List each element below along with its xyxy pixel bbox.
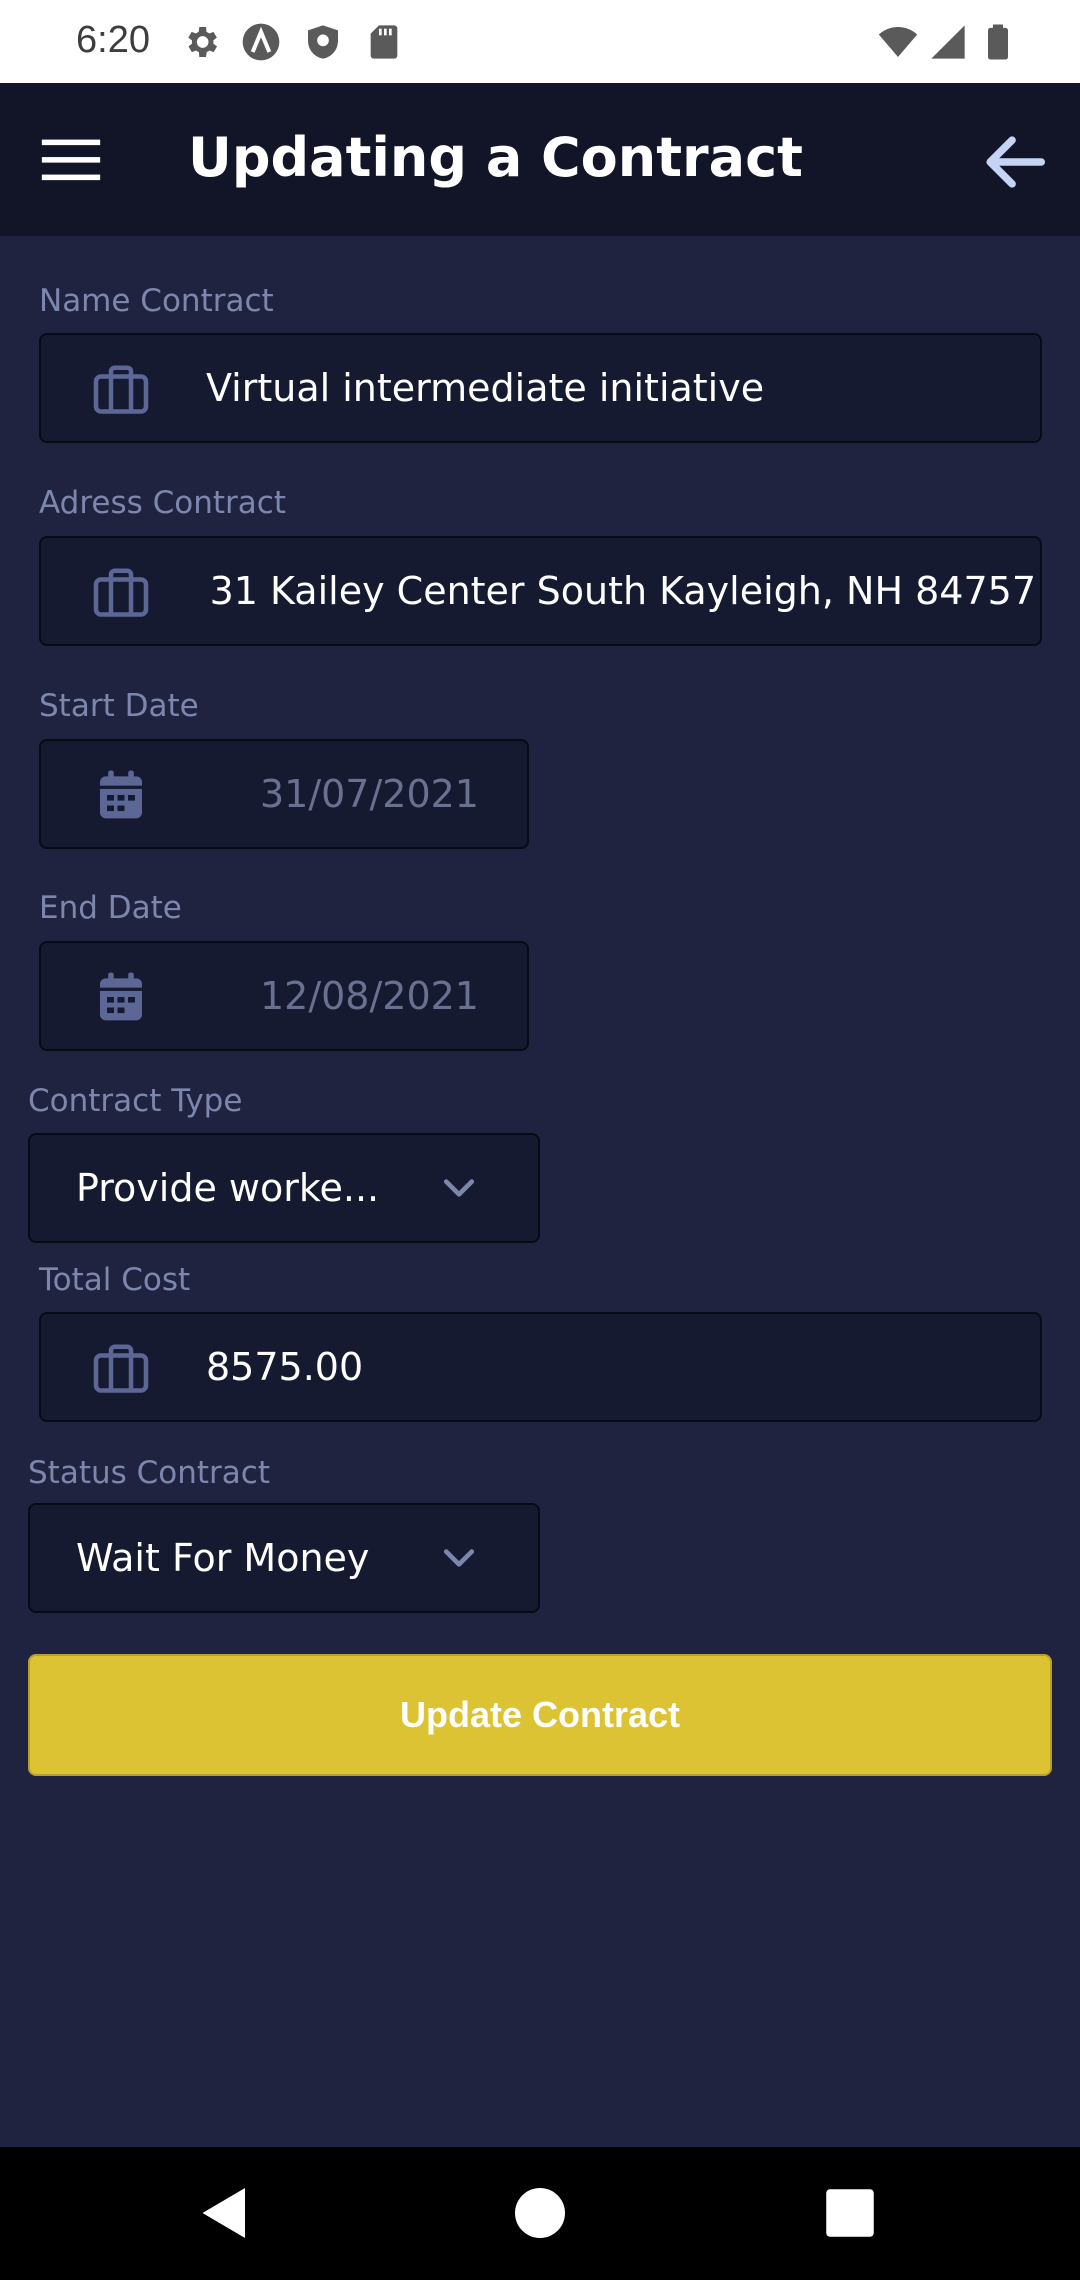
name-contract-value: Virtual intermediate initiative: [206, 366, 765, 410]
start-date-label: Start Date: [39, 688, 199, 724]
arrow-back-icon[interactable]: [980, 127, 1050, 197]
briefcase-icon: [93, 365, 149, 414]
hamburger-menu-icon[interactable]: [36, 125, 106, 195]
start-date-input[interactable]: 31/07/2021: [39, 739, 529, 849]
start-date-value: 31/07/2021: [259, 772, 479, 816]
name-contract-input[interactable]: Virtual intermediate initiative: [39, 333, 1042, 443]
battery-icon: [988, 24, 1008, 60]
shield-icon: [308, 25, 338, 59]
app-bar: Updating a Contract: [0, 83, 1080, 236]
wifi-icon: [878, 27, 918, 57]
recents-square-icon[interactable]: [820, 2183, 880, 2243]
settings-icon: [188, 27, 217, 57]
address-contract-label: Adress Contract: [39, 485, 286, 521]
contract-type-select[interactable]: Provide worke...: [28, 1133, 540, 1243]
end-date-value: 12/08/2021: [259, 974, 479, 1018]
status-contract-label: Status Contract: [28, 1455, 270, 1491]
end-date-label: End Date: [39, 890, 182, 926]
signal-icon: [931, 25, 965, 59]
calendar-icon: [100, 770, 142, 819]
total-cost-value: 8575.00: [206, 1345, 364, 1389]
status-contract-value: Wait For Money: [76, 1536, 370, 1580]
contract-type-label: Contract Type: [28, 1083, 243, 1119]
page-title: Updating a Contract: [188, 126, 803, 189]
briefcase-icon: [93, 568, 149, 617]
system-nav-bar: [0, 2147, 1080, 2280]
status-time: 6:20: [76, 19, 150, 61]
back-triangle-icon[interactable]: [195, 2183, 255, 2243]
chevron-down-icon: [443, 1549, 475, 1567]
contract-type-value: Provide worke...: [76, 1166, 380, 1210]
sd-card-icon: [370, 25, 398, 59]
end-date-input[interactable]: 12/08/2021: [39, 941, 529, 1051]
address-scroll-area: 31 Kailey Center South Kayleigh, NH 8475…: [191, 538, 1036, 644]
status-contract-select[interactable]: Wait For Money: [28, 1503, 540, 1613]
chevron-down-icon: [443, 1179, 475, 1197]
home-circle-icon[interactable]: [510, 2183, 570, 2243]
address-contract-value: 31 Kailey Center South Kayleigh, NH 8475…: [209, 569, 1036, 613]
update-contract-button[interactable]: Update Contract: [28, 1654, 1052, 1776]
a-icon: [242, 23, 280, 61]
total-cost-label: Total Cost: [39, 1262, 191, 1298]
name-contract-label: Name Contract: [39, 283, 274, 319]
briefcase-icon: [93, 1344, 149, 1393]
address-contract-input[interactable]: 31 Kailey Center South Kayleigh, NH 8475…: [39, 536, 1042, 646]
status-bar: 6:20: [0, 0, 1080, 83]
calendar-icon: [100, 972, 142, 1021]
total-cost-input[interactable]: 8575.00: [39, 1312, 1042, 1422]
